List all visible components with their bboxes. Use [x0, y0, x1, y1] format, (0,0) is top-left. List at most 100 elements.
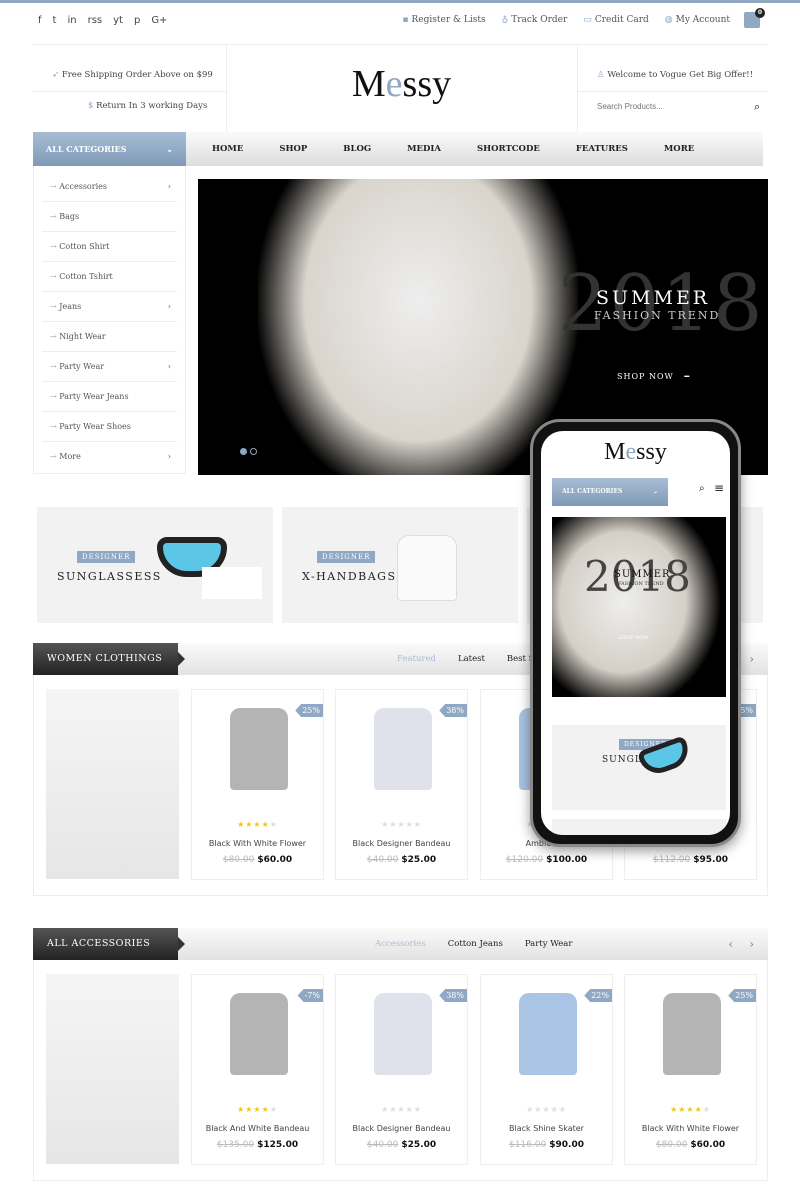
social-links: f t in rss yt p G+ — [38, 15, 167, 26]
tab-latest[interactable]: Latest — [458, 643, 485, 675]
menu-home[interactable]: HOME — [212, 132, 243, 166]
divider — [577, 91, 768, 92]
all-categories-button[interactable]: ALL CATEGORIES ⌄ — [33, 132, 186, 166]
sidebar-item[interactable]: → Cotton Shirt — [42, 232, 177, 262]
phone-logo: Messy — [604, 439, 667, 465]
top-links: ▪ Register & Lists ♁ Track Order ▭ Credit C… — [402, 15, 760, 25]
rating-stars: ★★★★★ — [237, 1105, 278, 1114]
product-image — [663, 993, 721, 1075]
sidebar-item[interactable]: → Accessories › — [42, 172, 177, 202]
product-image — [374, 708, 432, 790]
product-name[interactable]: Black Designer Bandeau — [336, 1124, 467, 1133]
divider — [577, 44, 578, 132]
product-image — [519, 993, 577, 1075]
product-name[interactable]: Black With White Flower — [192, 839, 323, 848]
google-plus-icon[interactable]: G+ — [151, 15, 167, 26]
product-card[interactable]: 38% ★★★★★ Black Designer Bandeau $40.00 $25.… — [335, 689, 468, 880]
product-name[interactable]: Black With White Flower — [625, 1124, 756, 1133]
top-accent-line — [0, 0, 800, 3]
promo-tag: DESIGNER — [317, 551, 376, 563]
promo-handbags[interactable]: DESIGNER X-HANDBAGS — [282, 507, 518, 623]
category-sidebar: → Accessories › → Bags → Cotton Shirt → Cott… — [33, 166, 186, 474]
section-title: WOMEN CLOTHINGS — [33, 643, 185, 675]
product-card[interactable]: 25% ★★★★★ Black With White Flower $80.00 $60… — [624, 974, 757, 1165]
menu-shortcode[interactable]: SHORTCODE — [477, 132, 540, 166]
cart-button[interactable]: 0 — [744, 8, 765, 28]
menu-media[interactable]: MEDIA — [407, 132, 441, 166]
menu-blog[interactable]: BLOG — [343, 132, 371, 166]
youtube-icon[interactable]: yt — [113, 15, 123, 26]
main-menu: HOME SHOP BLOG MEDIA SHORTCODE FEATURES … — [186, 132, 763, 166]
search-icon[interactable]: ⌕ — [754, 100, 760, 114]
discount-badge: 25% — [728, 989, 756, 1002]
tab-cotton-jeans[interactable]: Cotton Jeans — [448, 928, 503, 960]
handbag-image — [397, 535, 457, 601]
banner-subtitle: FASHION TREND — [594, 309, 721, 322]
tab-accessories[interactable]: Accessories — [375, 928, 426, 960]
credit-card-link[interactable]: ▭ Credit Card — [583, 15, 648, 25]
twitter-icon[interactable]: t — [53, 15, 57, 26]
next-arrow-icon[interactable]: › — [749, 928, 754, 960]
sidebar-item[interactable]: → Party Wear Shoes — [42, 412, 177, 442]
divider — [33, 91, 226, 92]
product-price: $112.00 $95.00 — [653, 855, 728, 865]
facebook-icon[interactable]: f — [38, 15, 42, 26]
product-price: $135.00 $125.00 — [216, 1140, 299, 1150]
next-arrow-icon[interactable]: › — [749, 643, 754, 675]
shop-now-button[interactable]: SHOP NOW ━ — [617, 372, 690, 381]
map-pin-icon: ♁ — [501, 15, 509, 25]
pedestal-image — [202, 567, 262, 599]
phone-shop-now[interactable]: SHOP NOW — [618, 635, 648, 641]
discount-badge: 38% — [439, 704, 467, 717]
product-name[interactable]: Black Shine Skater — [481, 1124, 612, 1133]
sidebar-item[interactable]: → Night Wear — [42, 322, 177, 352]
discount-badge: 38% — [439, 989, 467, 1002]
product-card[interactable]: 38% ★★★★★ Black Designer Bandeau $40.00 $25.… — [335, 974, 468, 1165]
product-name[interactable]: Black Designer Bandeau — [336, 839, 467, 848]
tab-party-wear[interactable]: Party Wear — [525, 928, 573, 960]
rss-icon[interactable]: rss — [88, 15, 103, 26]
rating-stars: ★★★★★ — [381, 1105, 422, 1114]
promo-sunglasses[interactable]: DESIGNER SUNGLASSESS — [37, 507, 273, 623]
slider-dot[interactable] — [250, 448, 257, 455]
rating-stars: ★★★★★ — [237, 820, 278, 829]
discount-badge: -7% — [297, 989, 323, 1002]
promo-title: SUNGLASSESS — [57, 570, 162, 583]
product-image — [230, 708, 288, 790]
tab-featured[interactable]: Featured — [397, 643, 436, 675]
phone-categories-button[interactable]: ALL CATEGORIES ⌄ — [552, 478, 668, 506]
linkedin-icon[interactable]: in — [67, 15, 76, 26]
product-card[interactable]: 25% ★★★★★ Black With White Flower $80.00 $60… — [191, 689, 324, 880]
sidebar-item[interactable]: → Cotton Tshirt — [42, 262, 177, 292]
sidebar-item[interactable]: → Party Wear › — [42, 352, 177, 382]
product-card[interactable]: -7% ★★★★★ Black And White Bandeau $135.00 $1… — [191, 974, 324, 1165]
track-order-link[interactable]: ♁ Track Order — [502, 15, 568, 25]
sidebar-item[interactable]: → More › — [42, 442, 177, 472]
register-link[interactable]: ▪ Register & Lists — [402, 15, 485, 25]
phone-banner: 2018 SUMMER FASHION TREND SHOP NOW — [552, 517, 726, 697]
chevron-right-icon: › — [167, 302, 171, 311]
product-price: $80.00 $60.00 — [222, 855, 293, 865]
product-card[interactable]: 22% ★★★★★ Black Shine Skater $116.00 $90.00 — [480, 974, 613, 1165]
sidebar-item[interactable]: → Party Wear Jeans — [42, 382, 177, 412]
logo[interactable]: Messy — [226, 62, 577, 106]
prev-arrow-icon[interactable]: ‹ — [728, 928, 733, 960]
product-price: $116.00 $90.00 — [509, 1140, 584, 1150]
menu-features[interactable]: FEATURES — [576, 132, 628, 166]
search-input[interactable] — [597, 102, 747, 111]
chevron-down-icon: ⌄ — [166, 144, 173, 154]
banner-title: SUMMER — [596, 287, 711, 309]
menu-shop[interactable]: SHOP — [279, 132, 307, 166]
menu-more[interactable]: MORE — [664, 132, 694, 166]
sidebar-item[interactable]: → Bags — [42, 202, 177, 232]
phone-promo[interactable]: DESIGNER SUNGLASSESS — [552, 725, 726, 810]
my-account-link[interactable]: ◍ My Account — [665, 15, 730, 25]
product-name[interactable]: Black And White Bandeau — [192, 1124, 323, 1133]
chevron-right-icon: › — [167, 362, 171, 371]
phone-search-icon[interactable]: ⌕ — [699, 483, 705, 494]
hamburger-menu-icon[interactable]: ≡ — [714, 481, 724, 495]
product-price: $80.00 $60.00 — [655, 1140, 726, 1150]
pinterest-icon[interactable]: p — [134, 15, 140, 26]
sidebar-item[interactable]: → Jeans › — [42, 292, 177, 322]
slider-dot[interactable] — [240, 448, 247, 455]
